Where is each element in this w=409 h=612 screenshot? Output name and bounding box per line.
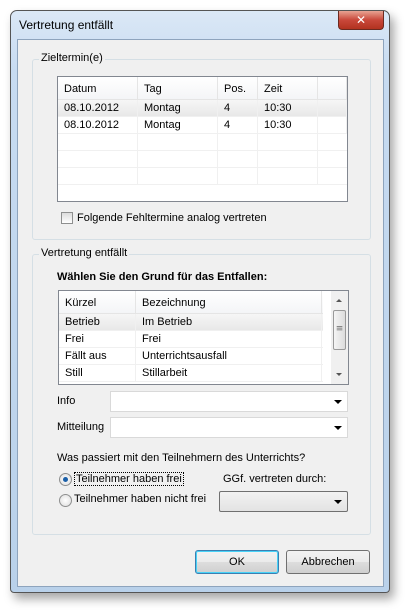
cell-kuerzel: Frei <box>59 331 136 347</box>
mitteilung-combobox[interactable] <box>110 417 348 438</box>
scroll-thumb[interactable]: ≡ <box>333 310 346 350</box>
info-combobox[interactable] <box>110 391 348 412</box>
column-header-zeit[interactable]: Zeit <box>258 77 318 99</box>
cell-datum: 08.10.2012 <box>58 100 138 116</box>
chevron-down-icon <box>334 400 342 404</box>
chevron-down-icon <box>334 500 342 504</box>
close-icon: ✕ <box>355 13 367 27</box>
cell-pos: 4 <box>218 100 258 116</box>
cell-tag: Montag <box>138 100 218 116</box>
cell-tag: Montag <box>138 117 218 133</box>
table-row[interactable]: 08.10.2012 Montag 4 10:30 <box>58 100 347 117</box>
list-item[interactable]: Frei Frei <box>59 331 323 348</box>
dialog-client: Zieltermin(e) Datum Tag Pos. Zeit 08.10.… <box>17 39 384 587</box>
analog-checkbox[interactable] <box>61 212 73 224</box>
cell-zeit: 10:30 <box>258 100 318 116</box>
close-button[interactable]: ✕ <box>338 11 384 30</box>
group-label: Zieltermin(e) <box>39 52 105 64</box>
radio-teilnehmer-frei[interactable] <box>59 473 72 486</box>
ok-button[interactable]: OK <box>195 550 279 574</box>
participants-question: Was passiert mit den Teilnehmern des Unt… <box>57 452 306 464</box>
cell-datum: 08.10.2012 <box>58 117 138 133</box>
radio-teilnehmer-nicht-frei-label[interactable]: Teilnehmer haben nicht frei <box>74 493 206 505</box>
analog-checkbox-label[interactable]: Folgende Fehltermine analog vertreten <box>77 212 267 224</box>
radio-teilnehmer-frei-label[interactable]: Teilnehmer haben frei <box>74 472 184 486</box>
scroll-up-icon[interactable] <box>336 299 342 302</box>
reason-prompt: Wählen Sie den Grund für das Entfallen: <box>57 271 268 283</box>
scroll-down-icon[interactable] <box>336 373 342 376</box>
vertreten-label: GGf. vertreten durch: <box>223 473 327 485</box>
list-item[interactable]: Fällt aus Unterrichtsausfall <box>59 348 323 365</box>
cancel-button[interactable]: Abbrechen <box>286 550 370 574</box>
scrollbar[interactable]: ≡ <box>331 291 348 384</box>
list-item[interactable]: Still Stillarbeit <box>59 365 323 382</box>
reason-list[interactable]: Kürzel Bezeichnung Betrieb Im Betrieb Fre… <box>58 290 349 385</box>
mitteilung-label: Mitteilung <box>57 421 105 433</box>
column-header-datum[interactable]: Datum <box>58 77 138 99</box>
zieltermine-table[interactable]: Datum Tag Pos. Zeit 08.10.2012 Montag 4 … <box>57 76 348 202</box>
chevron-down-icon <box>334 426 342 430</box>
group-label: Vertretung entfällt <box>39 247 130 259</box>
cell-kuerzel: Betrieb <box>59 314 136 330</box>
column-header-tag[interactable]: Tag <box>138 77 218 99</box>
info-label: Info <box>57 395 76 407</box>
cell-bezeichnung: Stillarbeit <box>136 365 322 381</box>
column-header-pos[interactable]: Pos. <box>218 77 258 99</box>
cell-kuerzel: Fällt aus <box>59 348 136 364</box>
cell-zeit: 10:30 <box>258 117 318 133</box>
cell-bezeichnung: Frei <box>136 331 322 347</box>
cell-kuerzel: Still <box>59 365 136 381</box>
radio-teilnehmer-nicht-frei[interactable] <box>59 494 72 507</box>
cell-pos: 4 <box>218 117 258 133</box>
cell-bezeichnung: Unterrichtsausfall <box>136 348 322 364</box>
list-item[interactable]: Betrieb Im Betrieb <box>59 314 323 331</box>
window-title: Vertretung entfällt <box>19 18 114 32</box>
table-row[interactable]: 08.10.2012 Montag 4 10:30 <box>58 117 347 134</box>
cell-bezeichnung: Im Betrieb <box>136 314 322 330</box>
dialog-window: Vertretung entfällt ✕ Zieltermin(e) Datu… <box>10 10 390 593</box>
column-header-bezeichnung[interactable]: Bezeichnung <box>136 291 322 313</box>
vertreten-combobox[interactable] <box>219 491 348 512</box>
column-header-kuerzel[interactable]: Kürzel <box>59 291 136 313</box>
